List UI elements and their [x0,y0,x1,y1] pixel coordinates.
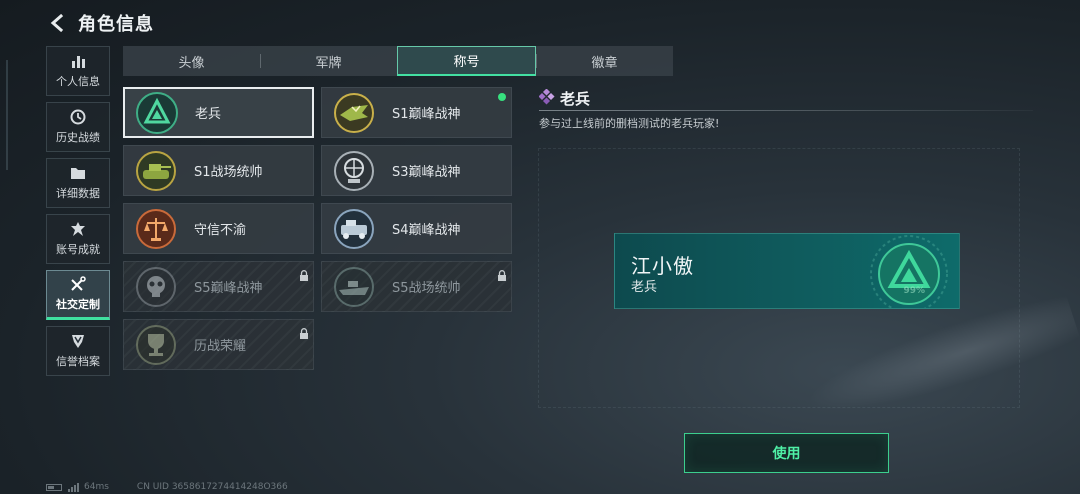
title-name: 历战荣耀 [194,339,247,354]
left-edge-decoration [0,60,8,170]
crocodile-emblem-icon [332,91,376,135]
tab-badge[interactable]: 徽章 [536,46,673,76]
sidebar-item-label: 账号成就 [56,243,100,256]
preview-percent: 99% [903,286,925,296]
title-name: S5战场统帅 [392,281,461,296]
title-card-battle-glory[interactable]: 历战荣耀 [123,319,314,370]
folder-icon [70,165,86,181]
detail-title: 老兵 [560,90,591,108]
tab-avatar[interactable]: 头像 [123,46,260,76]
title-card-s4-peak-warrior[interactable]: S4巅峰战神 [321,203,512,254]
sidebar-item-detailed-data[interactable]: 详细数据 [46,158,110,208]
sidebar-item-label: 社交定制 [56,298,100,311]
title-name: S1战场统帅 [194,165,263,180]
tab-bar: 头像 军牌 称号 徽章 [123,46,673,76]
title-card-veteran[interactable]: 老兵 [123,87,314,138]
veteran-emblem-icon [867,234,951,308]
sidebar-item-history[interactable]: 历史战绩 [46,102,110,152]
preview-player-name: 江小傲 [631,254,694,278]
title-card-s1-commander[interactable]: S1战场统帅 [123,145,314,196]
title-name: S5巅峰战神 [194,281,263,296]
title-card-s1-peak-warrior[interactable]: S1巅峰战神 [321,87,512,138]
lock-icon [299,266,309,281]
page-title: 角色信息 [78,14,154,35]
back-button[interactable] [46,11,68,35]
title-name: S4巅峰战神 [392,223,461,238]
tab-dog-tag[interactable]: 军牌 [260,46,397,76]
tools-icon [70,276,86,292]
title-name: 老兵 [195,107,222,122]
ping-value: 64ms [84,482,109,492]
skull-emblem-icon [134,265,178,309]
sidebar-item-label: 历史战绩 [56,131,100,144]
sidebar-item-social-customization[interactable]: 社交定制 [46,270,110,320]
sidebar-item-label: 个人信息 [56,75,100,88]
veteran-emblem-icon [135,91,179,135]
header: 角色信息 [46,8,154,38]
lock-icon [497,266,507,281]
sidebar-item-label: 信誉档案 [56,355,100,368]
back-arrow-icon [50,14,64,32]
sidebar-item-achievements[interactable]: 账号成就 [46,214,110,264]
vehicle-emblem-icon [332,207,376,251]
title-name: 守信不渝 [194,223,247,238]
title-name: S1巅峰战神 [392,107,461,122]
lock-icon [299,324,309,339]
sidebar-item-reputation[interactable]: 信誉档案 [46,326,110,376]
detail-header: 老兵 [538,87,591,109]
divider [539,110,1033,111]
sidebar: 个人信息 历史战绩 详细数据 账号成就 社交定制 信誉档案 [46,46,110,382]
status-bar: 64ms CN UID 3658617274414248O366 [46,481,288,493]
sidebar-item-personal-info[interactable]: 个人信息 [46,46,110,96]
scales-emblem-icon [134,207,178,251]
tab-title[interactable]: 称号 [397,46,536,76]
title-card-s3-peak-warrior[interactable]: S3巅峰战神 [321,145,512,196]
detail-description: 参与过上线前的删档测试的老兵玩家! [539,117,720,130]
achievement-icon [70,221,86,237]
diamond-icon [538,87,555,109]
globe-emblem-icon [332,149,376,193]
battery-icon [46,483,62,491]
ship-emblem-icon [332,265,376,309]
clock-icon [70,109,86,125]
signal-icon [68,482,80,492]
equipped-indicator [498,93,506,101]
shield-icon [70,333,86,349]
preview-title: 老兵 [631,280,658,295]
bar-chart-icon [70,53,86,69]
sidebar-item-label: 详细数据 [56,187,100,200]
title-card-s5-commander[interactable]: S5战场统帅 [321,261,512,312]
title-card-s5-peak-warrior[interactable]: S5巅峰战神 [123,261,314,312]
uid-text: CN UID 3658617274414248O366 [136,482,288,492]
use-button[interactable]: 使用 [684,433,889,473]
title-name: S3巅峰战神 [392,165,461,180]
trophy-emblem-icon [134,323,178,367]
tank-emblem-icon [134,149,178,193]
title-card-keep-faith[interactable]: 守信不渝 [123,203,314,254]
title-preview-card: 江小傲 老兵 99% [614,233,960,309]
